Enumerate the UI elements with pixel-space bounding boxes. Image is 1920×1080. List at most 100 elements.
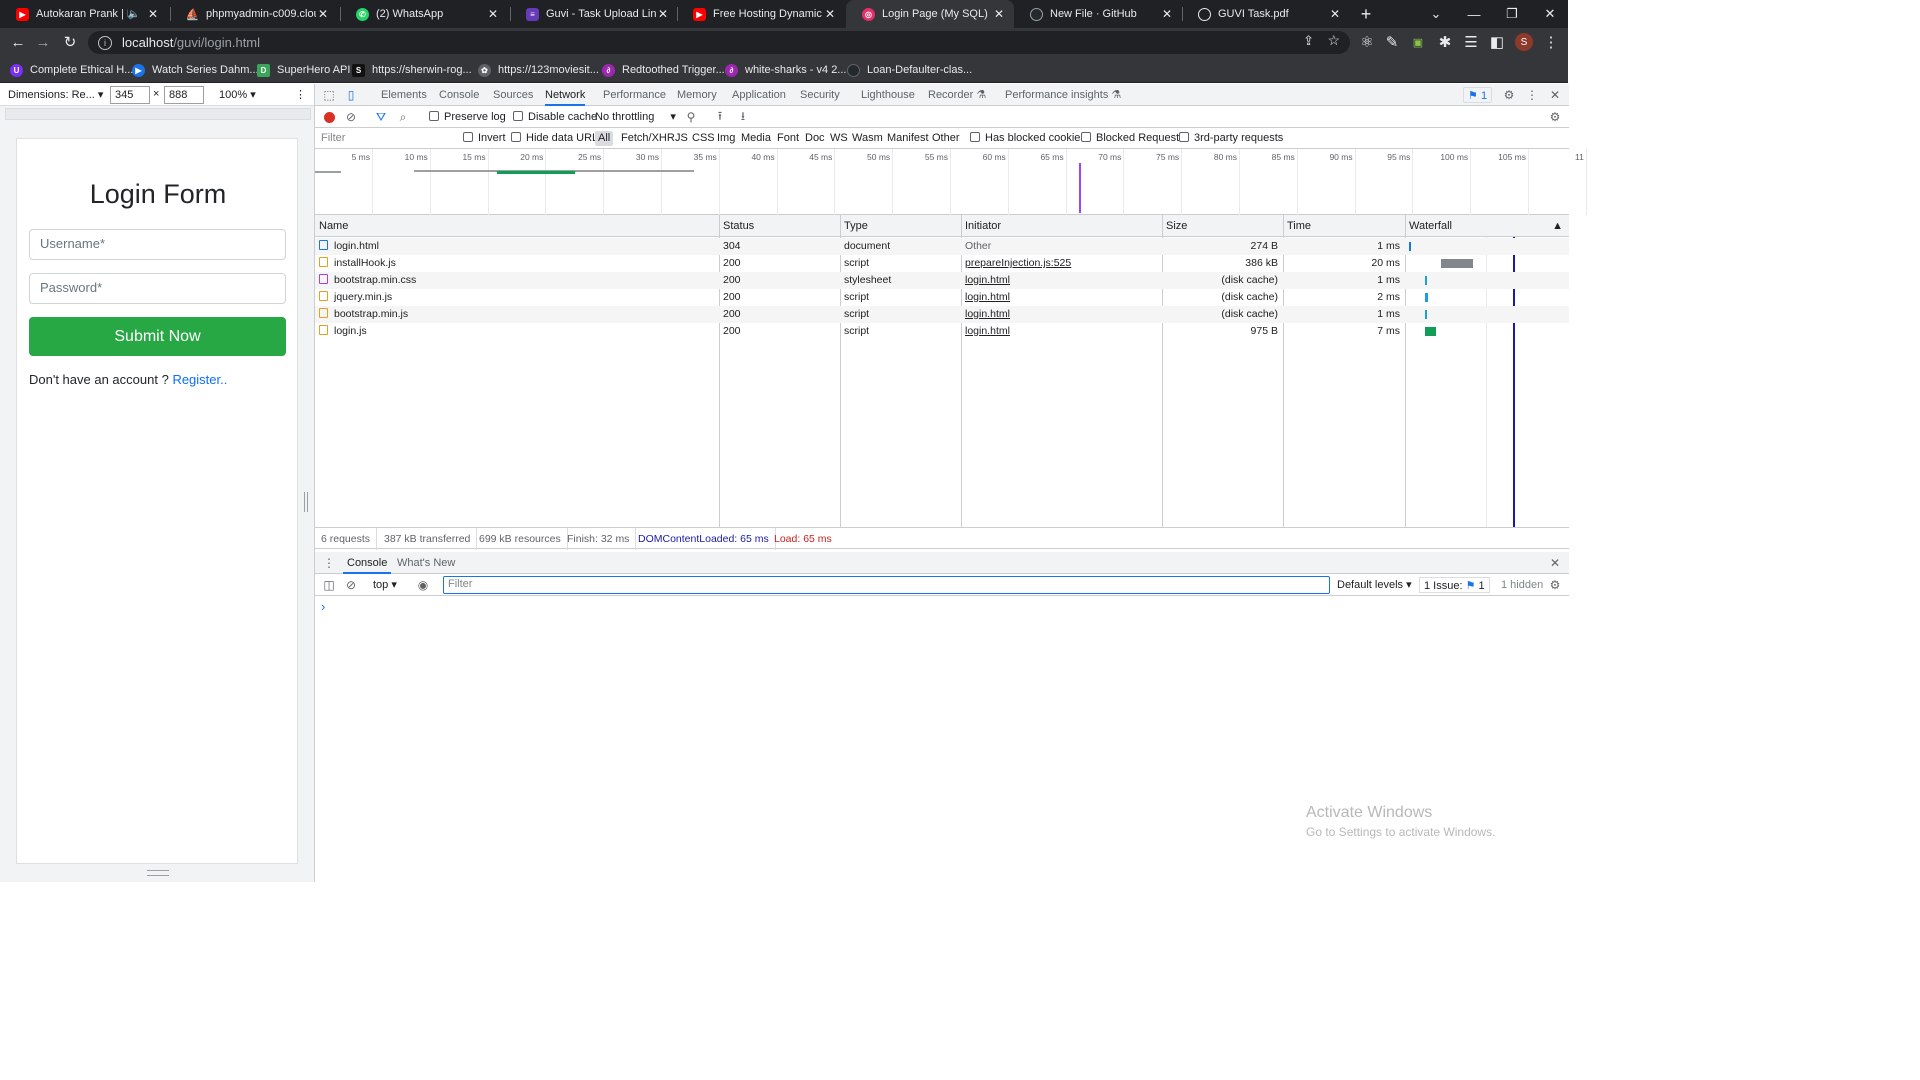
audio-icon[interactable]: 🔈 [128,9,140,20]
live-expression-eye-icon[interactable]: ◉ [415,577,431,593]
type-filter-all[interactable]: All [595,131,614,146]
type-filter-manifest[interactable]: Manifest [887,128,929,149]
import-har-icon[interactable]: ⭱ [712,109,728,125]
type-filter-font[interactable]: Font [777,128,799,149]
waterfall-bar[interactable] [1409,242,1412,251]
browser-tab-active[interactable]: ◎ Login Page (My SQL) ✕ [846,0,1014,28]
device-more-icon[interactable]: ⋮ [295,88,306,101]
cell-initiator[interactable]: login.html [965,323,1155,340]
issues-counter[interactable]: ⚑ 1 [1463,87,1493,103]
new-tab-icon[interactable]: + [1348,0,1384,28]
close-devtools-icon[interactable]: ✕ [1547,87,1563,103]
profile-avatar[interactable]: S [1514,32,1534,52]
tab-elements[interactable]: Elements [381,84,427,106]
dimensions-dropdown[interactable]: Dimensions: Re... ▾ [8,88,103,101]
type-filter-js[interactable]: JS [675,128,688,149]
disable-cache-checkbox[interactable]: Disable cache [513,106,597,128]
viewport-side-resize-handle[interactable] [304,492,308,512]
col-header-initiator[interactable]: Initiator [961,215,1162,237]
waterfall-bar[interactable] [1425,276,1427,285]
bookmark-item[interactable]: U Complete Ethical H... [10,61,133,79]
console-settings-icon[interactable]: ⚙ [1547,577,1563,593]
type-filter-ws[interactable]: WS [830,128,848,149]
cell-initiator[interactable]: login.html [965,272,1155,289]
type-filter-fetch[interactable]: Fetch/XHR [621,128,675,149]
search-icon[interactable]: ⌕ [395,109,411,125]
table-row[interactable]: installHook.js 200 script prepareInjection.… [315,255,1569,272]
submit-button[interactable]: Submit Now [29,317,286,356]
cell-initiator[interactable]: login.html [965,306,1155,323]
table-row[interactable]: login.js 200 script login.html 975 B 7 ms [315,323,1569,340]
site-info-icon[interactable]: i [98,35,112,50]
drawer-tab-whats-new[interactable]: What's New [397,552,455,574]
network-overview-timeline[interactable]: 5 ms 10 ms 15 ms 20 ms 25 ms 30 ms 35 ms 40 ms 4… [315,149,1587,215]
table-row[interactable]: login.html 304 document Other 274 B 1 ms [315,238,1569,255]
browser-tab-2[interactable]: ⛵ phpmyadmin-c009.cloudc ✕ [170,0,338,28]
waterfall-bar[interactable] [1425,327,1437,336]
bookmark-item[interactable]: Shttps://sherwin-rog... [352,61,472,79]
type-filter-other[interactable]: Other [932,128,960,149]
blocked-requests-checkbox[interactable]: Blocked Requests [1081,128,1185,149]
reading-list-icon[interactable]: ☰ [1461,32,1481,52]
chrome-menu-icon[interactable]: ⋮ [1541,32,1561,52]
network-settings-icon[interactable]: ⚙ [1547,109,1563,125]
log-levels-dropdown[interactable]: Default levels ▾ [1337,574,1412,596]
bookmark-item[interactable]: ✿ https://123moviesit... [478,61,599,79]
tab-application[interactable]: Application [732,84,786,106]
record-icon[interactable] [321,109,337,125]
type-filter-css[interactable]: CSS [692,128,715,149]
preserve-log-checkbox[interactable]: Preserve log [429,106,506,128]
viewport-resize-handle[interactable] [147,870,169,876]
tab-sources[interactable]: Sources [493,84,533,106]
side-panel-icon[interactable]: ◧ [1487,32,1507,52]
col-header-size[interactable]: Size [1162,215,1283,237]
tab-performance-insights[interactable]: Performance insights ⚗ [1005,84,1121,106]
browser-tab-4[interactable]: ≡ Guvi - Task Upload Link ✕ [510,0,678,28]
table-row[interactable]: jquery.min.js 200 script login.html (disk ca… [315,289,1569,306]
clear-console-icon[interactable]: ⊘ [343,577,359,593]
tab-console[interactable]: Console [439,84,479,106]
col-header-name[interactable]: Name [315,215,719,237]
clear-icon[interactable]: ⊘ [343,109,359,125]
tab-security[interactable]: Security [800,84,840,106]
cell-initiator[interactable]: prepareInjection.js:525 [965,255,1155,272]
close-tab-icon[interactable]: ✕ [316,7,330,21]
register-link[interactable]: Register.. [172,372,227,387]
forward-icon[interactable]: → [33,32,53,52]
extension-pen-icon[interactable]: ✎ [1382,32,1402,52]
back-icon[interactable]: ← [8,32,28,52]
bookmark-item[interactable]: Loan-Defaulter-clas... [847,61,972,79]
bookmark-item[interactable]: ∂ Redtoothed Trigger... [602,61,725,79]
inspect-element-icon[interactable]: ⬚ [321,87,337,103]
type-filter-doc[interactable]: Doc [805,128,825,149]
col-header-time[interactable]: Time [1283,215,1405,237]
extension-counter-icon[interactable]: ▣ [1408,32,1428,52]
close-tab-icon[interactable]: ✕ [1328,7,1342,21]
col-header-status[interactable]: Status [719,215,840,237]
reload-icon[interactable]: ↻ [60,32,80,52]
hide-data-urls-checkbox[interactable]: Hide data URLs [511,128,604,149]
device-width-input[interactable]: 345 [110,86,150,104]
network-filter-input[interactable]: Filter [321,128,451,149]
bookmark-star-icon[interactable]: ☆ [1327,32,1340,49]
context-selector[interactable]: top ▾ [373,574,397,596]
type-filter-wasm[interactable]: Wasm [852,128,883,149]
bookmark-item[interactable]: D SuperHero API [257,61,350,79]
tab-network[interactable]: Network [545,84,586,106]
throttling-dropdown[interactable]: No throttling ▾ [595,106,676,128]
waterfall-bar[interactable] [1425,293,1429,302]
browser-tab-5[interactable]: ▶ Free Hosting Dynamic PHP ✕ [677,0,845,28]
close-tab-icon[interactable]: ✕ [656,7,670,21]
tab-search-icon[interactable]: ⌄ [1418,0,1454,28]
browser-tab-8[interactable]: GUVI Task.pdf ✕ [1182,0,1350,28]
settings-gear-icon[interactable]: ⚙ [1501,87,1517,103]
device-toolbar-icon[interactable]: ▯ [343,87,359,103]
close-tab-icon[interactable]: ✕ [823,7,837,21]
restore-icon[interactable]: ❐ [1494,0,1530,28]
waterfall-bar[interactable] [1425,310,1427,319]
col-header-waterfall[interactable]: Waterfall ▲ [1405,215,1569,237]
col-header-type[interactable]: Type [840,215,961,237]
close-tab-icon[interactable]: ✕ [486,7,500,21]
console-prompt[interactable]: › [321,596,325,618]
console-issues-button[interactable]: 1 Issue: ⚑ 1 [1419,577,1490,593]
